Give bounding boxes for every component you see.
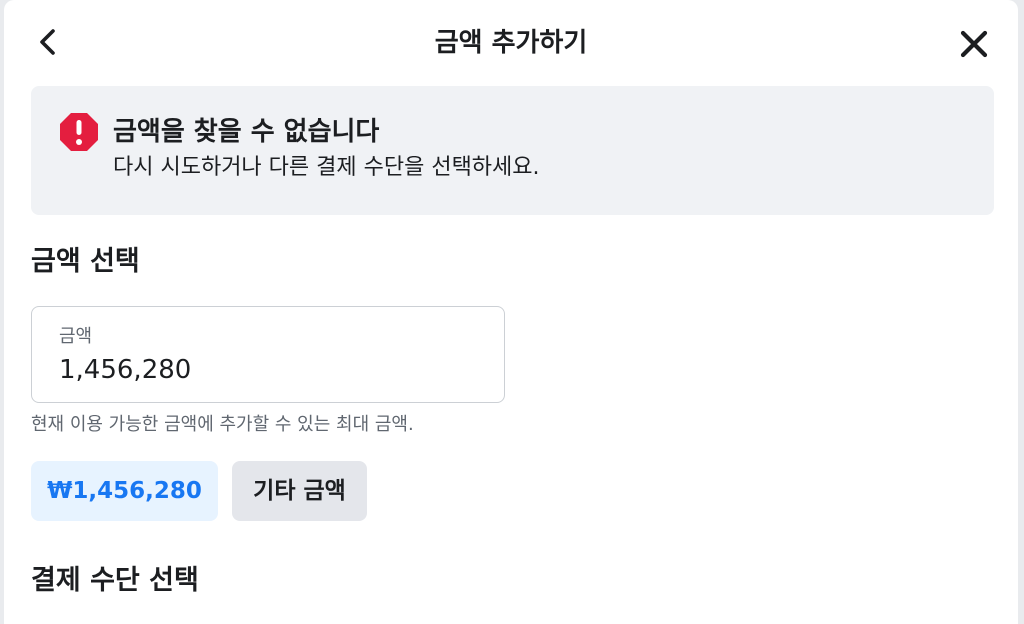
close-icon bbox=[960, 30, 988, 58]
dialog-header: 금액 추가하기 bbox=[4, 0, 1018, 86]
alert-title: 금액을 찾을 수 없습니다 bbox=[113, 117, 380, 147]
dialog-title: 금액 추가하기 bbox=[434, 28, 588, 58]
amount-section-title: 금액 선택 bbox=[31, 246, 140, 277]
amount-field-value: 1,456,280 bbox=[59, 355, 192, 385]
amount-field-label: 금액 bbox=[59, 326, 93, 347]
close-button[interactable] bbox=[954, 24, 994, 64]
alert-message: 다시 시도하거나 다른 결제 수단을 선택하세요. bbox=[113, 155, 540, 180]
other-amount-chip[interactable]: 기타 금액 bbox=[232, 461, 367, 521]
payment-method-section-title: 결제 수단 선택 bbox=[31, 565, 199, 596]
max-amount-chip[interactable]: ₩1,456,280 bbox=[31, 461, 218, 521]
add-amount-dialog: 금액 추가하기 금액을 찾을 수 없습니다 다시 시도하거나 다른 결제 수단을… bbox=[4, 0, 1018, 624]
error-icon bbox=[60, 113, 98, 151]
error-alert: 금액을 찾을 수 없습니다 다시 시도하거나 다른 결제 수단을 선택하세요. bbox=[31, 86, 994, 215]
amount-input[interactable]: 금액 1,456,280 bbox=[31, 306, 505, 403]
amount-helper-text: 현재 이용 가능한 금액에 추가할 수 있는 최대 금액. bbox=[31, 414, 414, 435]
